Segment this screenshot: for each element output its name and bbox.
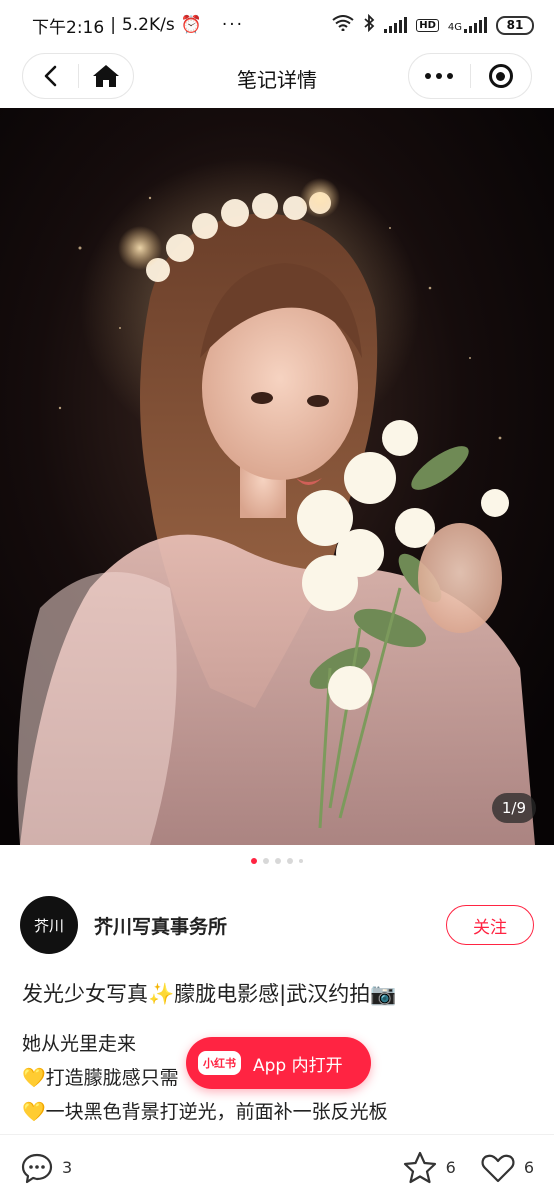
author-avatar[interactable]: 芥川 <box>20 896 78 954</box>
status-speed: 5.2K/s <box>121 15 175 35</box>
pager-dot <box>275 858 281 864</box>
bluetooth-icon <box>363 13 375 36</box>
more-options-button[interactable] <box>409 54 470 98</box>
carousel-pager-dots <box>0 858 554 864</box>
heart-icon <box>481 1154 515 1182</box>
collect-count: 6 <box>445 1158 456 1177</box>
collect-button[interactable]: 6 <box>402 1151 456 1185</box>
network-type: 4G <box>447 22 462 33</box>
note-body-line: 💛一块黑色背景打逆光，前面补一张反光板 <box>22 1101 388 1123</box>
navigation-bar: 笔记详情 <box>0 50 554 108</box>
carousel-page-counter: 1/9 <box>491 793 536 823</box>
like-button[interactable]: 6 <box>480 1151 534 1185</box>
xiaohongshu-logo: 小红书 <box>198 1051 241 1075</box>
status-bar: 下午2:16 | 5.2K/s ⏰ ··· HD 4G 81 <box>0 0 554 50</box>
comment-icon <box>21 1153 53 1183</box>
star-icon <box>403 1151 436 1183</box>
status-divider: | <box>110 15 116 35</box>
open-in-app-label: App 内打开 <box>253 1055 343 1076</box>
pager-dot <box>299 859 303 863</box>
nav-left-capsule <box>22 53 134 99</box>
author-row: 芥川 芥川写真事务所 关注 <box>20 896 534 954</box>
close-target-icon <box>488 64 513 88</box>
bottom-action-bar: 3 6 6 <box>0 1134 554 1200</box>
more-dots-icon <box>425 73 454 79</box>
signal-icon <box>384 17 408 33</box>
nav-right-capsule <box>408 53 532 99</box>
hd-badge: HD <box>416 18 439 32</box>
home-button[interactable] <box>79 54 134 98</box>
note-title: 发光少女写真✨朦胧电影感|武汉约拍📷 <box>22 982 397 1006</box>
note-photo <box>0 108 554 845</box>
follow-button[interactable]: 关注 <box>446 905 534 945</box>
wifi-icon <box>332 15 354 35</box>
author-name[interactable]: 芥川写真事务所 <box>94 912 227 939</box>
note-image-carousel[interactable]: 1/9 <box>0 108 554 845</box>
network-4g-signal-icon: 4G <box>448 17 487 33</box>
like-count: 6 <box>523 1158 534 1177</box>
avatar-text: 芥川 <box>33 916 64 935</box>
more-notifications-icon: ··· <box>221 15 245 35</box>
pager-dot <box>287 858 293 864</box>
pager-dot-active <box>251 858 257 864</box>
back-button[interactable] <box>23 54 78 98</box>
pager-dot <box>263 858 269 864</box>
back-arrow-icon <box>44 65 57 87</box>
close-miniprogram-button[interactable] <box>471 54 532 98</box>
battery-icon: 81 <box>496 15 534 35</box>
open-in-app-button[interactable]: 小红书 App 内打开 <box>186 1037 371 1089</box>
alarm-icon: ⏰ <box>180 15 202 35</box>
comment-button[interactable]: 3 <box>20 1152 72 1184</box>
home-icon <box>92 65 119 87</box>
status-time: 下午2:16 <box>32 17 105 38</box>
comment-count: 3 <box>62 1158 73 1177</box>
